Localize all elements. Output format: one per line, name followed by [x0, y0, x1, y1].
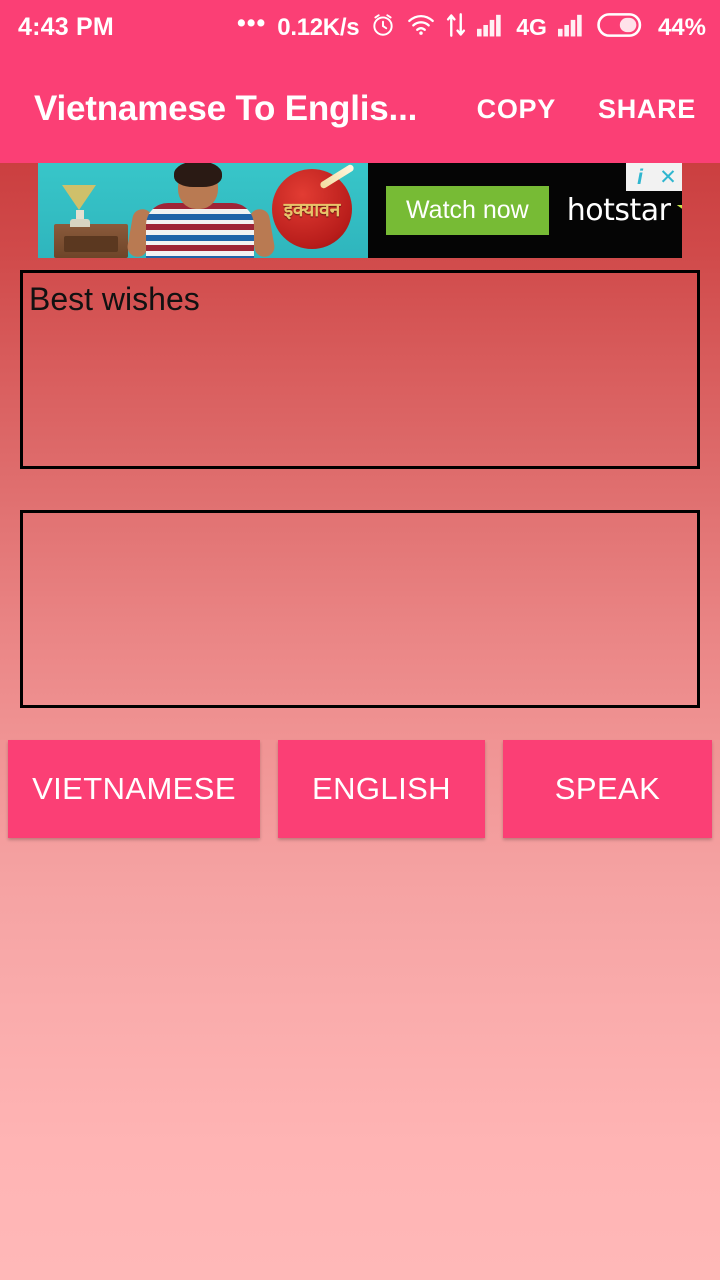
ad-close-icon[interactable]: ✕: [654, 163, 682, 191]
nightstand-graphic: [54, 224, 128, 258]
lamp-foot-graphic: [70, 219, 90, 227]
battery-percent-label: 44%: [657, 13, 706, 41]
ad-badges: i ✕: [626, 163, 682, 191]
ad-brand-name: hotstar: [566, 193, 671, 228]
ad-info-icon[interactable]: i: [626, 163, 654, 191]
data-transfer-icon: [446, 12, 466, 43]
ad-creative[interactable]: इक्यावन Watch now hotstar ★: [38, 163, 682, 258]
share-button[interactable]: SHARE: [598, 94, 696, 125]
status-bar: 4:43 PM ••• 0.12K/s 4G 44%: [0, 0, 720, 55]
page-title: Vietnamese To Englis...: [34, 89, 418, 128]
signal-bars-icon: [477, 13, 505, 42]
ad-image: इक्यावन: [38, 163, 368, 258]
ad-show-logo-text: इक्यावन: [283, 199, 341, 221]
app-root: 4:43 PM ••• 0.12K/s 4G 44% Vietnamese To…: [0, 0, 720, 1280]
target-language-button[interactable]: ENGLISH: [278, 740, 485, 838]
source-text-input[interactable]: [20, 270, 700, 469]
copy-button[interactable]: COPY: [477, 94, 556, 125]
ad-watch-now-button[interactable]: Watch now: [386, 186, 549, 235]
translated-text-output[interactable]: [20, 510, 700, 708]
speak-button[interactable]: SPEAK: [503, 740, 712, 838]
network-speed-label: 0.12K/s: [277, 13, 360, 41]
app-bar: Vietnamese To Englis... COPY SHARE: [0, 55, 720, 163]
source-language-button[interactable]: VIETNAMESE: [8, 740, 260, 838]
star-icon: ★: [674, 190, 682, 227]
overflow-dots-icon: •••: [237, 9, 267, 37]
status-icons-group: ••• 0.12K/s 4G 44%: [237, 9, 706, 43]
person-body-graphic: [146, 203, 254, 258]
ad-show-logo: इक्यावन: [272, 169, 352, 249]
ad-banner[interactable]: इक्यावन Watch now hotstar ★ i ✕: [38, 163, 682, 258]
lamp-icon: [62, 185, 96, 210]
status-clock: 4:43 PM: [18, 13, 114, 41]
battery-icon: [597, 12, 645, 43]
alarm-clock-icon: [370, 12, 396, 43]
signal-bars-secondary-icon: [557, 13, 586, 42]
app-bar-actions: COPY SHARE: [447, 94, 696, 125]
ad-brand-logo: hotstar ★: [566, 190, 682, 229]
action-button-row: VIETNAMESE ENGLISH SPEAK: [0, 740, 720, 838]
wifi-icon: [407, 14, 435, 41]
person-hair-graphic: [174, 163, 222, 187]
network-type-label: 4G: [516, 14, 547, 40]
